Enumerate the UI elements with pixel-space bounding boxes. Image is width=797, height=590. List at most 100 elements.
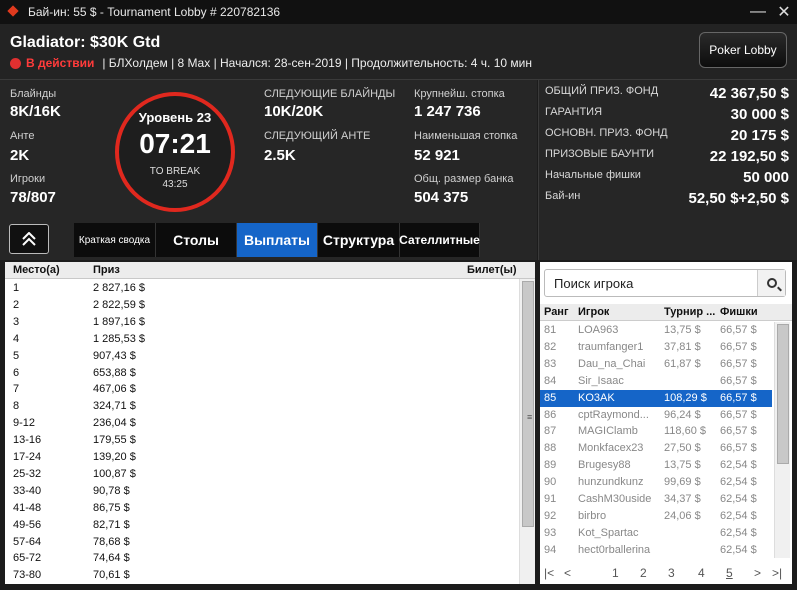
column-header-place[interactable]: Место(а) <box>13 264 60 276</box>
window-title: Бай-ин: 55 $ - Tournament Lobby # 220782… <box>28 5 281 19</box>
player-row[interactable]: 87 MAGIClamb 118,60 $ 66,57 $ <box>540 423 772 440</box>
prize-value: 42 367,50 $ <box>709 85 789 102</box>
column-header-chips[interactable]: Фишки <box>720 306 758 318</box>
player-rank: 91 <box>544 493 557 505</box>
page-link[interactable]: 1 <box>612 566 619 580</box>
player-row[interactable]: 84 Sir_Isaac 66,57 $ <box>540 373 772 390</box>
player-table-header: Ранг Игрок Турнир ... Фишки <box>540 304 792 321</box>
collapse-button[interactable] <box>9 224 49 254</box>
app-logo-icon <box>8 6 20 18</box>
blinds-value: 8K/16K <box>10 103 61 120</box>
player-chips: 62,54 $ <box>720 509 757 522</box>
player-row[interactable]: 86 cptRaymond... 96,24 $ 66,57 $ <box>540 407 772 424</box>
payout-place: 4 <box>13 332 20 345</box>
table-row: 5 907,43 $ <box>5 348 517 365</box>
page-link[interactable]: 2 <box>640 566 647 580</box>
double-chevron-up-icon <box>22 232 36 246</box>
player-tournament: 27,50 $ <box>664 442 701 455</box>
prize-value: 52,50 $+2,50 $ <box>688 190 789 207</box>
tab-structure[interactable]: Структура <box>318 223 400 257</box>
close-button[interactable]: ✕ <box>771 0 797 24</box>
minimize-button[interactable]: — <box>745 0 771 24</box>
player-chips: 66,57 $ <box>720 442 757 455</box>
to-break-time: 43:25 <box>162 179 188 190</box>
first-page-icon[interactable]: |< <box>544 566 554 580</box>
player-player: Brugesy88 <box>578 459 631 472</box>
page-link[interactable]: 4 <box>698 566 705 580</box>
player-tournament: 13,75 $ <box>664 459 701 472</box>
page-link[interactable]: 3 <box>668 566 675 580</box>
player-chips: 66,57 $ <box>720 324 757 336</box>
last-page-icon[interactable]: >| <box>772 566 782 580</box>
payout-prize: 907,43 $ <box>93 349 136 362</box>
tab-tables[interactable]: Столы <box>156 223 237 257</box>
player-tournament: 13,75 $ <box>664 324 701 336</box>
column-header-player[interactable]: Игрок <box>578 306 609 318</box>
player-search-field[interactable]: Поиск игрока <box>544 269 786 297</box>
payout-place: 57-64 <box>13 535 42 548</box>
player-player: hect0rballerina <box>578 543 651 556</box>
player-chips: 62,54 $ <box>720 459 757 472</box>
search-input[interactable]: Поиск игрока <box>554 276 633 291</box>
payout-prize: 467,06 $ <box>93 383 136 396</box>
title-bar: Бай-ин: 55 $ - Tournament Lobby # 220782… <box>0 0 797 24</box>
player-row[interactable]: 92 birbro 24,06 $ 62,54 $ <box>540 508 772 525</box>
prize-value: 50 000 <box>743 169 789 186</box>
player-row[interactable]: 89 Brugesy88 13,75 $ 62,54 $ <box>540 457 772 474</box>
table-row: 13-16 179,55 $ <box>5 432 517 449</box>
tab-summary[interactable]: Краткая сводка <box>74 223 156 257</box>
search-button[interactable] <box>757 270 785 296</box>
next-page-icon[interactable]: > <box>754 566 761 580</box>
column-header-ticket[interactable]: Билет(ы) <box>467 264 517 276</box>
player-row[interactable]: 82 traumfanger1 37,81 $ 66,57 $ <box>540 339 772 356</box>
player-chips: 62,54 $ <box>720 476 757 489</box>
player-row[interactable]: 91 CashM30uside 34,37 $ 62,54 $ <box>540 491 772 508</box>
tournament-header: Gladiator: $30K Gtd В действии | БЛХолде… <box>0 24 797 80</box>
total-pot-value: 504 375 <box>414 189 469 206</box>
column-header-rank[interactable]: Ранг <box>544 306 569 318</box>
prize-value: 30 000 $ <box>730 106 789 123</box>
tab-payouts[interactable]: Выплаты <box>237 223 318 257</box>
player-row[interactable]: 94 hect0rballerina 62,54 $ <box>540 542 772 559</box>
player-chips: 66,57 $ <box>720 374 757 387</box>
next-blinds-label: СЛЕДУЮЩИЕ БЛАЙНДЫ <box>264 88 396 100</box>
payout-prize: 78,68 $ <box>93 535 130 548</box>
prev-page-icon[interactable]: < <box>564 566 571 580</box>
scrollbar-thumb[interactable]: ≡ <box>522 281 534 527</box>
lobby-tabs: Краткая сводка Столы Выплаты Структура С… <box>74 223 480 257</box>
payout-place: 5 <box>13 349 20 362</box>
payout-prize: 324,71 $ <box>93 400 136 413</box>
payout-place: 2 <box>13 298 20 311</box>
tab-satellites[interactable]: Сателлитные <box>399 223 480 257</box>
payout-place: 6 <box>13 366 20 379</box>
column-header-prize[interactable]: Приз <box>93 264 120 276</box>
player-player: LOA963 <box>578 324 619 336</box>
player-row[interactable]: 93 Kot_Spartac 62,54 $ <box>540 525 772 542</box>
player-player: cptRaymond... <box>578 408 649 421</box>
payout-table: Место(а) Приз Билет(ы) 1 2 827,16 $ 2 2 822… <box>5 262 535 584</box>
tournament-info-panel: Блайнды 8K/16K Анте 2K Игроки 78/807 Уро… <box>0 80 537 260</box>
player-player: Dau_na_Chai <box>578 357 646 370</box>
scrollbar-thumb[interactable] <box>777 324 789 464</box>
player-row[interactable]: 88 Monkfacex23 27,50 $ 66,57 $ <box>540 440 772 457</box>
payout-place: 17-24 <box>13 451 42 463</box>
player-row[interactable]: 90 hunzundkunz 99,69 $ 62,54 $ <box>540 474 772 491</box>
player-scrollbar[interactable] <box>774 322 790 558</box>
current-page-link[interactable]: 5 <box>726 566 733 580</box>
table-row: 1 2 827,16 $ <box>5 280 517 297</box>
level-label: Уровень 23 <box>138 110 212 125</box>
player-rank: 84 <box>544 374 557 387</box>
player-row[interactable]: 85 KO3AK 108,29 $ 66,57 $ <box>540 389 772 407</box>
player-chips: 62,54 $ <box>720 493 757 505</box>
payout-prize: 90,78 $ <box>93 484 130 497</box>
prize-label: ОБЩИЙ ПРИЗ. ФОНД <box>545 85 659 97</box>
player-rank: 82 <box>544 340 557 353</box>
column-header-tournament[interactable]: Турнир ... <box>664 306 716 318</box>
player-row[interactable]: 81 LOA963 13,75 $ 66,57 $ <box>540 322 772 339</box>
payout-scrollbar[interactable]: ≡ <box>519 279 535 584</box>
poker-lobby-button[interactable]: Poker Lobby <box>699 32 787 68</box>
payout-prize: 70,61 $ <box>93 569 130 582</box>
players-label: Игроки <box>10 173 46 185</box>
payout-place: 8 <box>13 400 20 413</box>
player-row[interactable]: 83 Dau_na_Chai 61,87 $ 66,57 $ <box>540 356 772 373</box>
